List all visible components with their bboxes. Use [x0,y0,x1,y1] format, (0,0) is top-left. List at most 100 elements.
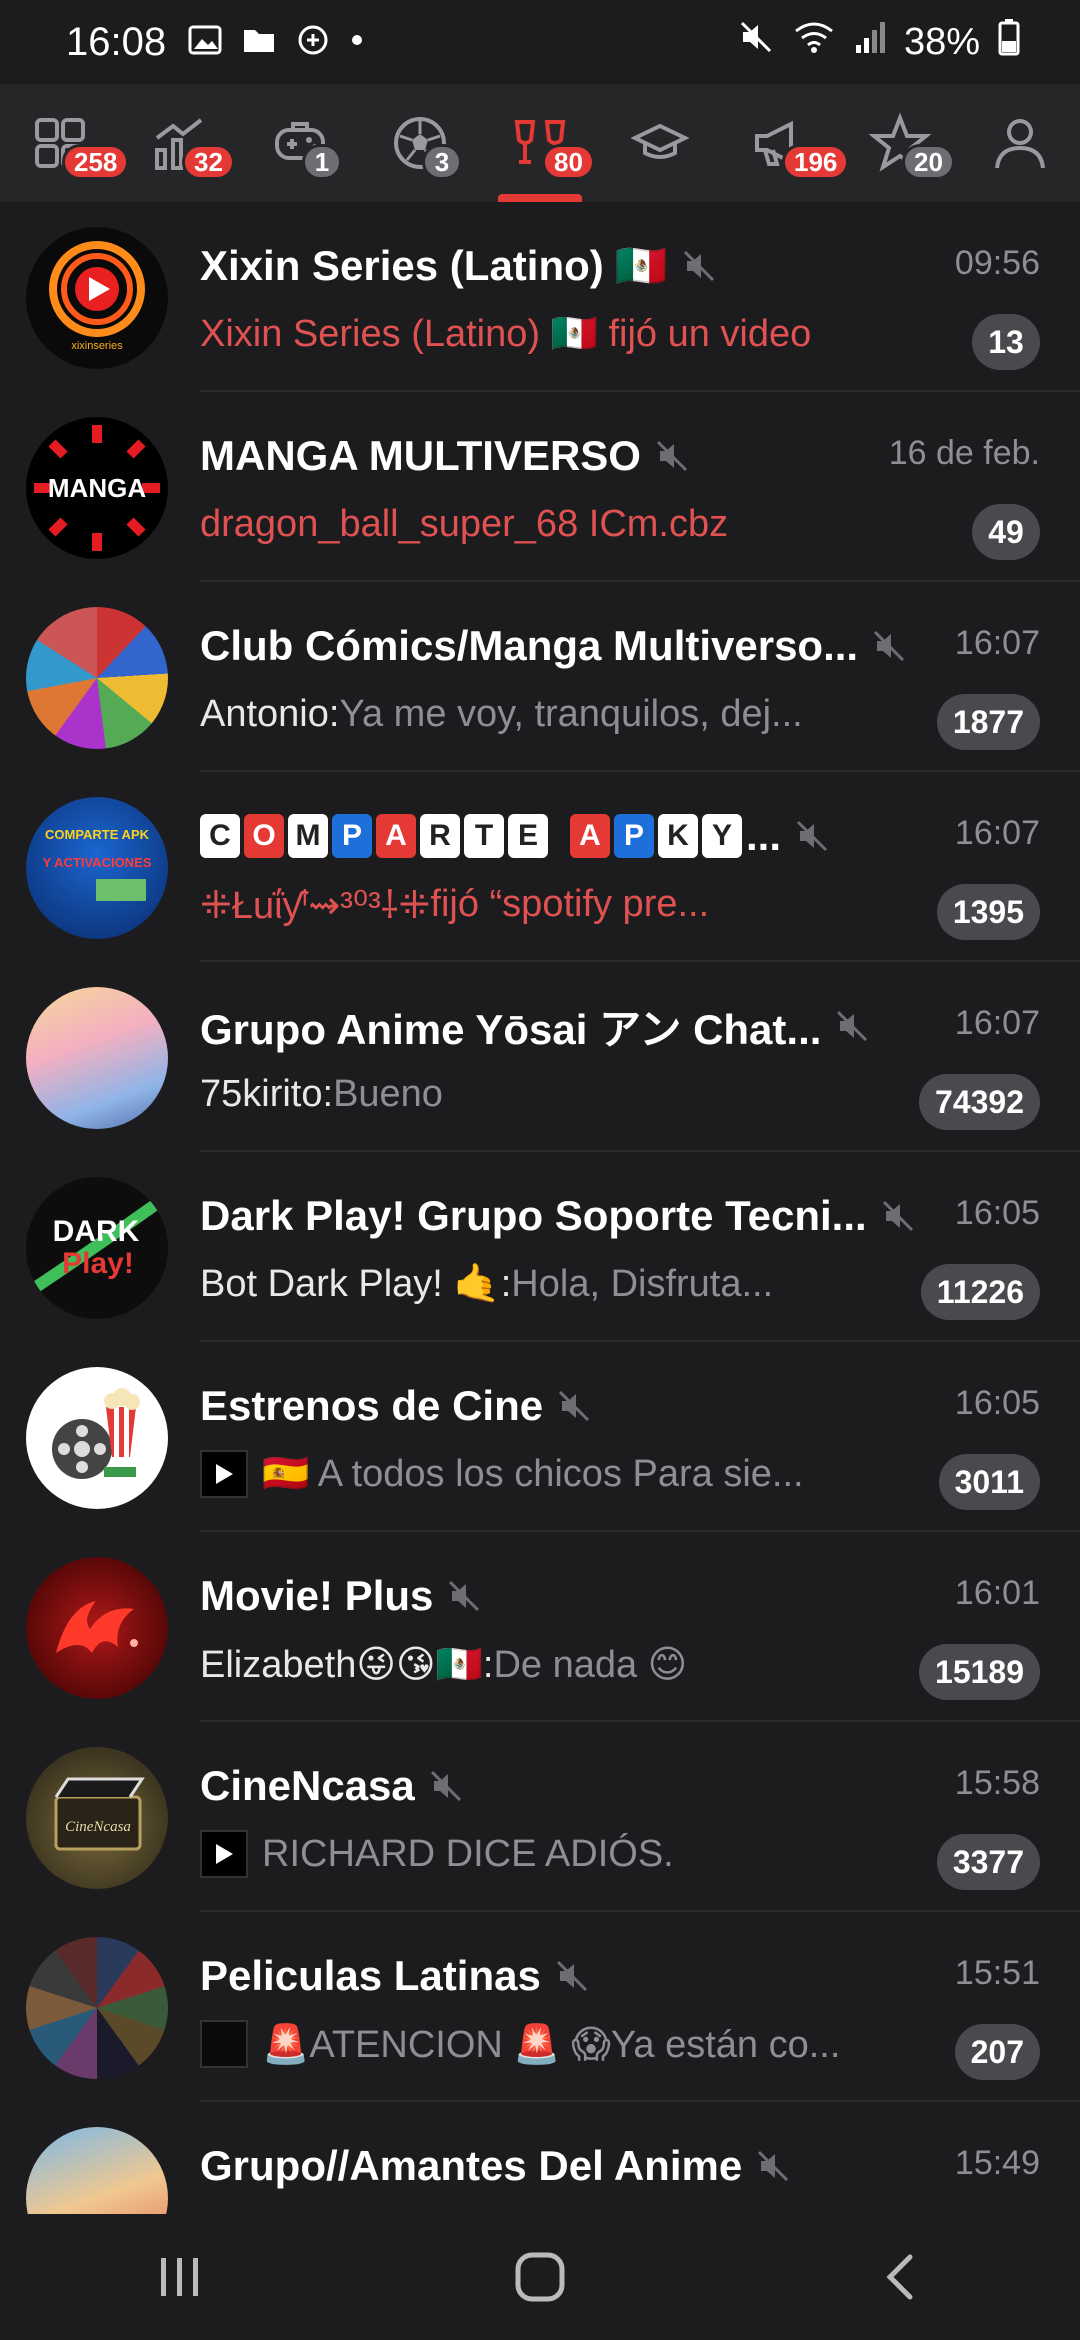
chat-row[interactable]: COMPARTE APK Y ACTIVACIONES COMPARTEAPKY… [0,772,1080,962]
chat-row[interactable]: DARK Play! Dark Play! Grupo Soporte Tecn… [0,1152,1080,1342]
active-tab-indicator [498,194,582,202]
chat-preview: 🚨ATENCION 🚨 😱Ya están co... [200,2016,910,2072]
battery-icon [998,18,1020,66]
muted-icon [449,1580,480,1612]
chat-time: 16:07 [954,814,1040,852]
status-bar: 16:08 38% [0,0,1080,84]
chat-sender: Antonio: [200,692,340,735]
avatar-text: xixinseries [71,340,123,352]
chat-preview: Antonio: Ya me voy, tranquilos, dej... [200,686,910,742]
chat-title: C O M P A R T E A P K Y... [200,808,920,864]
back-button[interactable] [840,2232,960,2322]
avatar-text: Play! [62,1247,134,1280]
data-saver-icon [296,23,330,62]
chat-preview: ⁜Łuΐƴⁱ⇝³⁰³⸸⁜ fijó “spotify pre... [200,876,910,932]
avatar-text: MANGA [48,473,146,503]
chat-row[interactable]: Grupo Anime Yōsai アン Chat... 16:07 75kir… [0,962,1080,1152]
unread-badge: 3377 [936,1834,1040,1890]
tab-badge: 3 [422,144,462,180]
tab-games[interactable]: 1 [240,84,360,202]
chat-row[interactable]: Movie! Plus 16:01 Elizabeth😜😘🇲🇽: De nada… [0,1532,1080,1722]
dot-icon [350,33,364,52]
folder-tabs: 258 32 1 3 80 196 20 [0,84,1080,202]
chat-title: Club Cómics/Manga Multiverso... [200,622,859,669]
chat-row[interactable]: Club Cómics/Manga Multiverso... 16:07 An… [0,582,1080,772]
muted-icon [683,250,714,282]
title-letter-tile: K [658,814,698,858]
muted-icon [556,1960,587,1992]
chat-body: Grupo//Amantes Del Anime 15:49 [200,2102,1080,2214]
chat-sender: ⁜Łuΐƴⁱ⇝³⁰³⸸⁜ [200,885,431,927]
chat-time: 15:49 [954,2144,1040,2182]
tab-badge: 80 [542,144,595,180]
tab-social[interactable]: 80 [480,84,600,202]
chat-row[interactable]: Estrenos de Cine 16:05 🇪🇸 A todos los ch… [0,1342,1080,1532]
chat-row[interactable]: Grupo//Amantes Del Anime 15:49 [0,2102,1080,2214]
chat-preview: dragon_ball_super_68 ICm.cbz [200,502,729,545]
chat-title: Grupo Anime Yōsai アン Chat... [200,1005,822,1053]
muted-icon [874,630,905,662]
chat-body: Xixin Series (Latino) 🇲🇽 09:56 Xixin Ser… [200,202,1080,392]
recent-apps-button[interactable] [120,2232,240,2322]
title-letter-tile: T [464,814,504,858]
user-icon [995,119,1045,169]
chat-time: 15:58 [954,1764,1040,1802]
tab-all[interactable]: 258 [0,84,130,202]
tab-sports[interactable]: 3 [360,84,480,202]
chat-title: Estrenos de Cine [200,1382,544,1429]
tab-badge: 32 [182,144,235,180]
home-button[interactable] [480,2232,600,2322]
avatar: COMPARTE APK Y ACTIVACIONES [26,797,168,939]
chat-preview: Elizabeth😜😘🇲🇽: De nada 😊 [200,1636,910,1692]
chat-body: Peliculas Latinas 15:51 🚨ATENCION 🚨 😱Ya … [200,1912,1080,2102]
chat-time: 16 de feb. [888,434,1040,472]
title-letter-tile: R [420,814,460,858]
chat-row[interactable]: Peliculas Latinas 15:51 🚨ATENCION 🚨 😱Ya … [0,1912,1080,2102]
chat-title: CineNcasa [200,1762,415,1809]
chat-preview: Xixin Series (Latino) 🇲🇽 fijó un video [200,313,812,355]
muted-icon [430,1770,461,1802]
chat-message: Hola, Disfruta... [511,1262,774,1305]
chat-title: Dark Play! Grupo Soporte Tecni... [200,1192,867,1239]
avatar-text: COMPARTE APK [45,827,150,842]
title-letter-tile: C [200,814,240,858]
chat-list[interactable]: xixinseries Xixin Series (Latino) 🇲🇽 09:… [0,202,1080,2214]
status-time: 16:08 [66,19,167,64]
chat-sender: Bot Dark Play! 🤙: [200,1263,512,1305]
tab-education[interactable] [600,84,720,202]
title-suffix: ... [746,812,782,859]
chat-row[interactable]: MANGA MANGA MULTIVERSO 16 de feb. dragon… [0,392,1080,582]
tab-stats[interactable]: 32 [120,84,240,202]
home-icon [515,2252,565,2302]
chat-message: Ya me voy, tranquilos, dej... [339,692,803,735]
chat-row[interactable]: xixinseries Xixin Series (Latino) 🇲🇽 09:… [0,202,1080,392]
status-right: 38% [738,18,1020,66]
tab-badge: 1 [302,144,342,180]
chat-preview: RICHARD DICE ADIÓS. [200,1826,910,1882]
video-thumbnail-icon [200,1450,248,1498]
muted-icon [796,820,828,852]
gallery-icon [188,25,222,60]
chat-preview: 75kirito: Bueno [200,1066,910,1122]
tab-contacts[interactable] [960,84,1080,202]
chat-message: Bueno [333,1072,443,1115]
avatar [26,1557,168,1699]
tab-badge: 20 [902,144,955,180]
muted-icon [882,1200,913,1232]
chat-body: Estrenos de Cine 16:05 🇪🇸 A todos los ch… [200,1342,1080,1532]
unread-badge: 74392 [919,1074,1040,1130]
chat-time: 15:51 [954,1954,1040,1992]
chat-time: 09:56 [954,244,1040,282]
chat-row[interactable]: CineNcasa CineNcasa 15:58 RICHARD DICE A… [0,1722,1080,1912]
unread-badge: 13 [972,314,1040,370]
folder-icon [242,26,276,59]
title-letter-tile: E [508,814,548,858]
video-thumbnail-icon [200,1830,248,1878]
muted-icon [656,440,688,472]
chat-time: 16:05 [954,1384,1040,1422]
muted-icon [837,1010,868,1042]
wifi-icon [792,19,836,65]
tab-channels[interactable]: 196 [720,84,850,202]
title-letter-tile: P [332,814,372,858]
tab-favorites[interactable]: 20 [840,84,960,202]
